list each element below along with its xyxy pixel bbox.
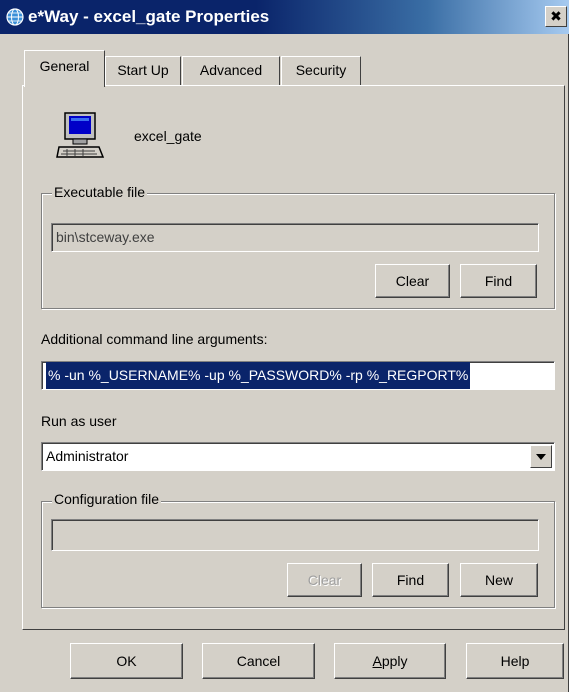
- tab-security[interactable]: Security: [281, 56, 361, 86]
- help-button[interactable]: Help: [466, 643, 564, 679]
- executable-clear-button[interactable]: Clear: [375, 264, 450, 298]
- configuration-new-button[interactable]: New: [460, 563, 538, 597]
- executable-find-button[interactable]: Find: [460, 264, 537, 298]
- run-as-user-select[interactable]: Administrator: [41, 442, 555, 471]
- executable-file-legend: Executable file: [52, 184, 148, 200]
- executable-path-field[interactable]: bin\stceway.exe: [51, 223, 539, 252]
- arguments-label: Additional command line arguments:: [41, 331, 268, 347]
- computer-icon: [56, 112, 105, 158]
- globe-icon: [6, 8, 24, 26]
- arguments-selected-text: % -un %_USERNAME% -up %_PASSWORD% -rp %_…: [46, 362, 471, 389]
- run-as-user-value: Administrator: [46, 448, 129, 464]
- tab-general[interactable]: General: [24, 50, 105, 87]
- properties-dialog: e*Way - excel_gate Properties ✖ General …: [0, 0, 569, 692]
- configuration-clear-button: Clear: [287, 563, 362, 597]
- cancel-button[interactable]: Cancel: [202, 643, 315, 679]
- apply-label: pply: [381, 653, 408, 669]
- apply-button[interactable]: Apply: [334, 643, 446, 679]
- dropdown-button[interactable]: [530, 445, 552, 468]
- apply-mnemonic: A: [372, 653, 382, 669]
- configuration-path-field[interactable]: [51, 519, 539, 551]
- configuration-file-legend: Configuration file: [52, 491, 162, 507]
- arguments-input[interactable]: % -un %_USERNAME% -up %_PASSWORD% -rp %_…: [41, 361, 555, 390]
- ok-button[interactable]: OK: [70, 643, 183, 679]
- window-title: e*Way - excel_gate Properties: [28, 7, 270, 26]
- component-name: excel_gate: [134, 128, 202, 144]
- title-bar[interactable]: e*Way - excel_gate Properties ✖: [0, 0, 569, 34]
- run-as-user-label: Run as user: [41, 413, 117, 429]
- chevron-down-icon: [536, 454, 546, 460]
- tab-start-up[interactable]: Start Up: [105, 56, 181, 86]
- configuration-find-button[interactable]: Find: [372, 563, 449, 597]
- close-icon: ✖: [550, 8, 562, 24]
- close-button[interactable]: ✖: [545, 6, 567, 27]
- tab-advanced[interactable]: Advanced: [182, 56, 280, 86]
